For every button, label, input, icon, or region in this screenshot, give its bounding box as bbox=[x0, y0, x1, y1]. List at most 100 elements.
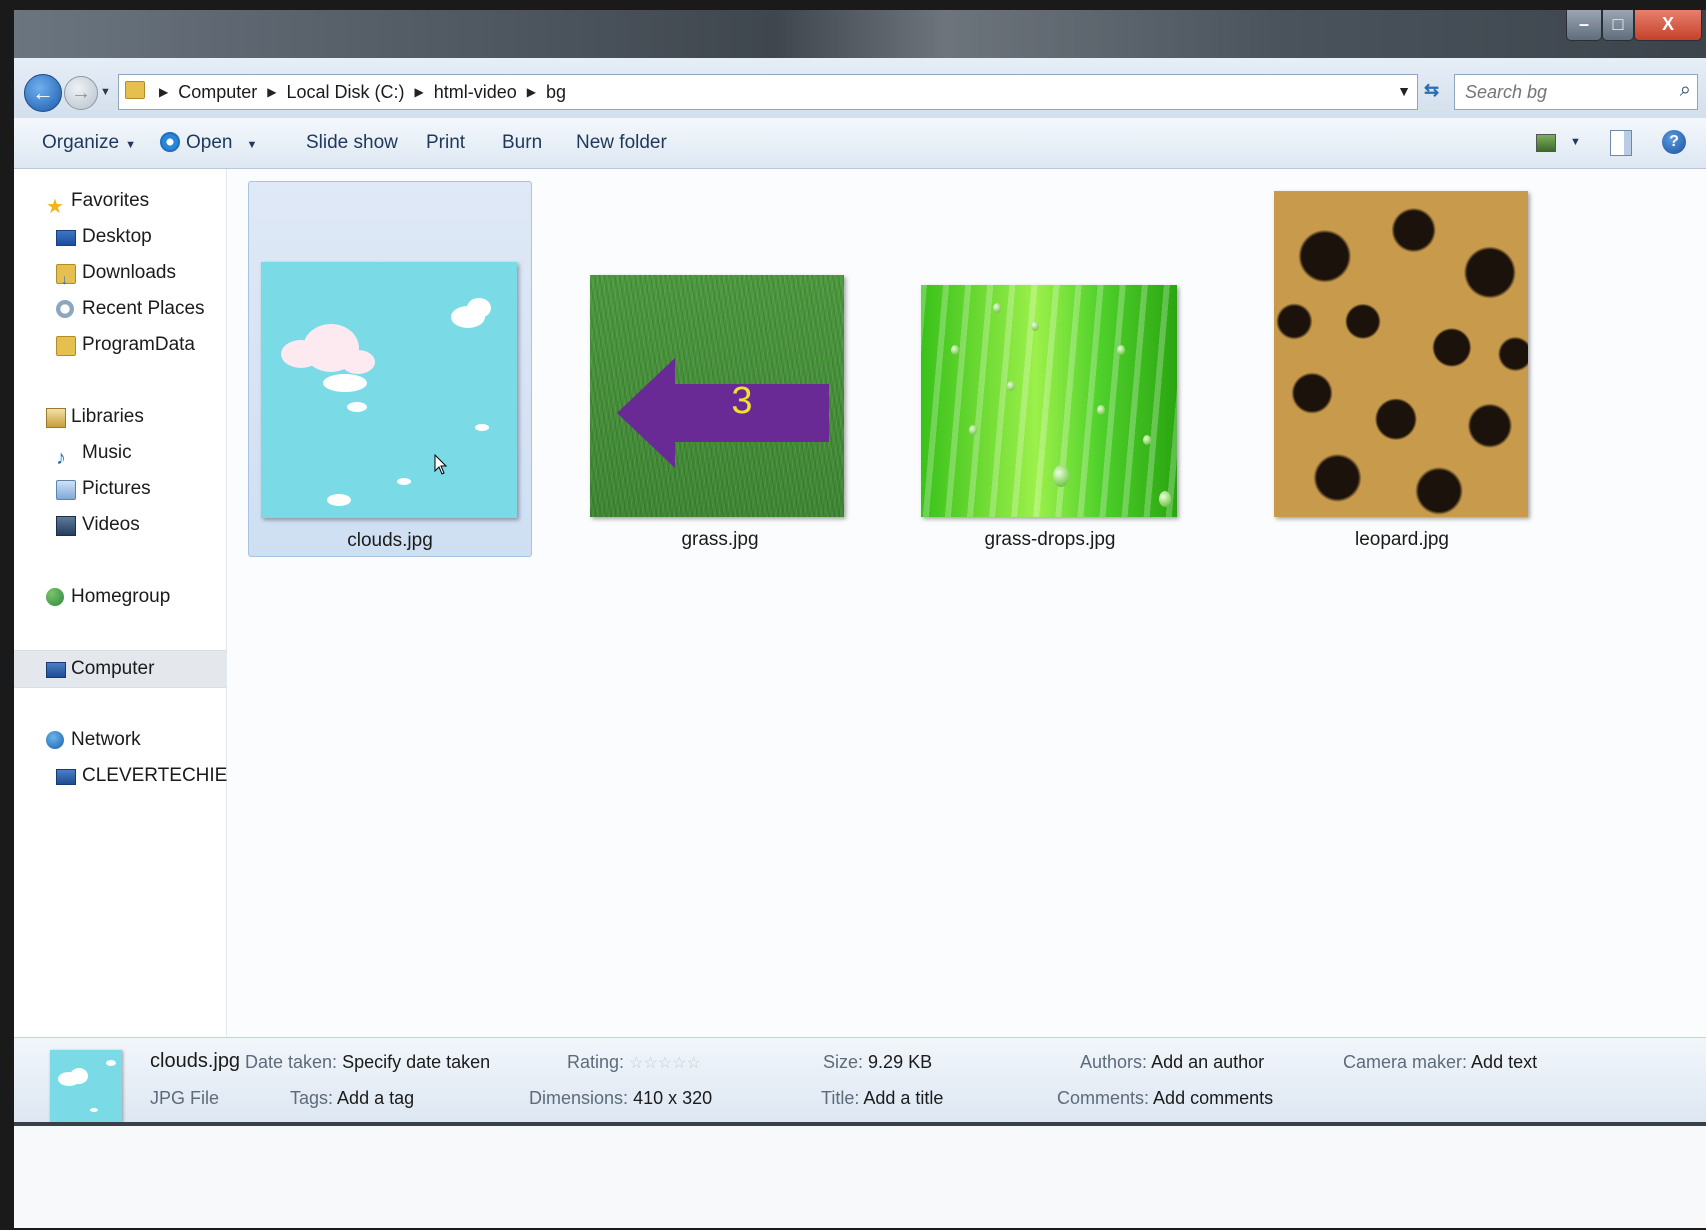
explorer-window: – □ X ← → ▼ ▶ Computer ▶ Local Disk (C:)… bbox=[14, 10, 1706, 1228]
sidebar-item-desktop[interactable]: Desktop bbox=[14, 219, 226, 255]
breadcrumb-separator-icon[interactable]: ▶ bbox=[527, 85, 536, 99]
detail-label: Comments: bbox=[1057, 1088, 1150, 1108]
change-view-icon[interactable] bbox=[1536, 134, 1556, 152]
annotation-arrow: 3 bbox=[617, 358, 829, 468]
sidebar-item-label: Downloads bbox=[82, 262, 176, 283]
sidebar-item-label: Pictures bbox=[82, 478, 151, 499]
chevron-down-icon[interactable]: ▼ bbox=[1570, 136, 1581, 148]
star-icon: ★ bbox=[46, 196, 64, 218]
sidebar-item-label: Computer bbox=[71, 658, 155, 679]
file-name[interactable]: grass-drops.jpg bbox=[908, 529, 1192, 551]
folder-icon bbox=[56, 336, 76, 356]
address-bar[interactable]: ▶ Computer ▶ Local Disk (C:) ▶ html-vide… bbox=[118, 74, 1418, 110]
file-tile-grass-drops[interactable]: grass-drops.jpg bbox=[908, 181, 1192, 557]
forward-button[interactable]: → bbox=[64, 76, 98, 110]
detail-label: Authors: bbox=[1080, 1052, 1148, 1072]
command-bar: Organize ▼ Open ▼ Slide show Print Burn Ne… bbox=[14, 118, 1706, 169]
back-button[interactable]: ← bbox=[24, 74, 62, 112]
file-tile-clouds[interactable]: clouds.jpg bbox=[248, 181, 532, 557]
details-authors[interactable]: Authors: Add an author bbox=[1080, 1052, 1264, 1073]
sidebar-item-label: Network bbox=[71, 729, 141, 750]
address-dropdown-icon[interactable]: ▼ bbox=[1397, 83, 1411, 99]
sidebar-item-label: Recent Places bbox=[82, 298, 205, 319]
details-dimensions: Dimensions: 410 x 320 bbox=[529, 1088, 712, 1109]
sidebar-item-programdata[interactable]: ProgramData bbox=[14, 327, 226, 363]
file-tile-leopard[interactable]: leopard.jpg bbox=[1238, 181, 1528, 557]
sidebar-item-homegroup[interactable]: Homegroup bbox=[14, 579, 226, 615]
sidebar-item-label: Libraries bbox=[71, 406, 144, 427]
rating-stars-icon[interactable]: ☆☆☆☆☆ bbox=[629, 1055, 701, 1072]
minimize-button[interactable]: – bbox=[1566, 10, 1602, 41]
sidebar-item-libraries[interactable]: Libraries bbox=[14, 399, 226, 435]
sidebar-item-label: Desktop bbox=[82, 226, 152, 247]
file-name[interactable]: leopard.jpg bbox=[1260, 529, 1544, 551]
file-list[interactable]: clouds.jpg grass.jpg grass-drops.jpg leo… bbox=[227, 169, 1706, 1037]
sidebar-item-videos[interactable]: Videos bbox=[14, 507, 226, 543]
sidebar-item-network[interactable]: Network bbox=[14, 722, 226, 758]
navigation-pane: ★ Favorites Desktop Downloads Recent Plac… bbox=[14, 169, 227, 1037]
detail-label: Title: bbox=[821, 1088, 860, 1108]
chevron-down-icon[interactable]: ▼ bbox=[246, 139, 257, 151]
downloads-folder-icon bbox=[56, 261, 76, 297]
search-input[interactable] bbox=[1463, 79, 1657, 105]
search-box[interactable]: ⌕ bbox=[1454, 74, 1698, 110]
details-date-taken[interactable]: Date taken: Specify date taken bbox=[245, 1052, 490, 1073]
sidebar-item-computer[interactable]: Computer bbox=[14, 650, 226, 688]
computer-icon bbox=[46, 662, 66, 678]
breadcrumb-html-video[interactable]: html-video bbox=[434, 82, 517, 103]
sidebar-item-favorites[interactable]: ★ Favorites bbox=[14, 183, 226, 219]
search-icon[interactable]: ⌕ bbox=[1680, 79, 1691, 102]
details-title[interactable]: Title: Add a title bbox=[821, 1088, 943, 1109]
breadcrumb-separator-icon[interactable]: ▶ bbox=[415, 85, 424, 99]
breadcrumb-local-disk[interactable]: Local Disk (C:) bbox=[287, 82, 405, 103]
file-name[interactable]: clouds.jpg bbox=[249, 530, 531, 552]
breadcrumb: ▶ Computer ▶ Local Disk (C:) ▶ html-vide… bbox=[149, 75, 566, 109]
details-file-type: JPG File bbox=[150, 1088, 220, 1108]
grass-drops-thumbnail bbox=[921, 285, 1177, 517]
breadcrumb-bg[interactable]: bg bbox=[546, 82, 566, 103]
sidebar-item-recent-places[interactable]: Recent Places bbox=[14, 291, 226, 327]
new-folder-button[interactable]: New folder bbox=[576, 118, 667, 168]
sidebar-item-downloads[interactable]: Downloads bbox=[14, 255, 226, 297]
mouse-cursor-icon bbox=[434, 454, 448, 475]
recent-pages-dropdown-icon[interactable]: ▼ bbox=[100, 86, 111, 98]
detail-value: Add text bbox=[1471, 1052, 1538, 1072]
details-size: Size: 9.29 KB bbox=[823, 1052, 932, 1073]
sidebar-item-label: Music bbox=[82, 442, 132, 463]
help-icon[interactable]: ? bbox=[1662, 130, 1686, 154]
sidebar-item-pictures[interactable]: Pictures bbox=[14, 471, 226, 507]
desktop-icon bbox=[56, 230, 76, 246]
details-pane: clouds.jpg JPG File Date taken: Specify … bbox=[14, 1037, 1706, 1123]
sidebar-item-music[interactable]: ♪ Music bbox=[14, 435, 226, 471]
sidebar-item-label: CLEVERTECHIE bbox=[82, 765, 228, 786]
sidebar-item-label: Homegroup bbox=[71, 586, 171, 607]
detail-value: Add a tag bbox=[337, 1088, 415, 1108]
breadcrumb-computer[interactable]: Computer bbox=[178, 82, 257, 103]
detail-value: Add an author bbox=[1151, 1052, 1265, 1072]
back-arrow-icon: ← bbox=[32, 80, 54, 105]
file-name[interactable]: grass.jpg bbox=[578, 529, 862, 551]
detail-value: Add comments bbox=[1153, 1088, 1274, 1108]
open-button[interactable]: Open ▼ bbox=[160, 118, 257, 168]
print-button[interactable]: Print bbox=[426, 118, 465, 168]
details-comments[interactable]: Comments: Add comments bbox=[1057, 1088, 1273, 1109]
detail-label: Date taken: bbox=[245, 1052, 338, 1072]
maximize-button[interactable]: □ bbox=[1602, 10, 1634, 41]
detail-value: 9.29 KB bbox=[868, 1052, 933, 1072]
slideshow-button[interactable]: Slide show bbox=[306, 118, 398, 168]
breadcrumb-separator-icon[interactable]: ▶ bbox=[267, 85, 276, 99]
organize-button[interactable]: Organize ▼ bbox=[42, 118, 136, 168]
burn-button[interactable]: Burn bbox=[502, 118, 542, 168]
preview-pane-icon[interactable] bbox=[1610, 130, 1632, 156]
details-tags[interactable]: Tags: Add a tag bbox=[290, 1088, 414, 1109]
address-row: ← → ▼ ▶ Computer ▶ Local Disk (C:) ▶ htm… bbox=[14, 58, 1706, 118]
sidebar-item-clevertechie[interactable]: CLEVERTECHIE bbox=[14, 758, 228, 794]
detail-value: Add a title bbox=[863, 1088, 944, 1108]
refresh-icon[interactable]: ⇆ bbox=[1424, 80, 1439, 101]
annotation-number: 3 bbox=[731, 380, 753, 422]
breadcrumb-separator-icon[interactable]: ▶ bbox=[159, 85, 168, 99]
details-rating[interactable]: Rating: ☆☆☆☆☆ bbox=[567, 1052, 701, 1073]
details-camera-maker[interactable]: Camera maker: Add text bbox=[1343, 1052, 1537, 1073]
detail-label: Size: bbox=[823, 1052, 864, 1072]
close-button[interactable]: X bbox=[1634, 10, 1702, 41]
